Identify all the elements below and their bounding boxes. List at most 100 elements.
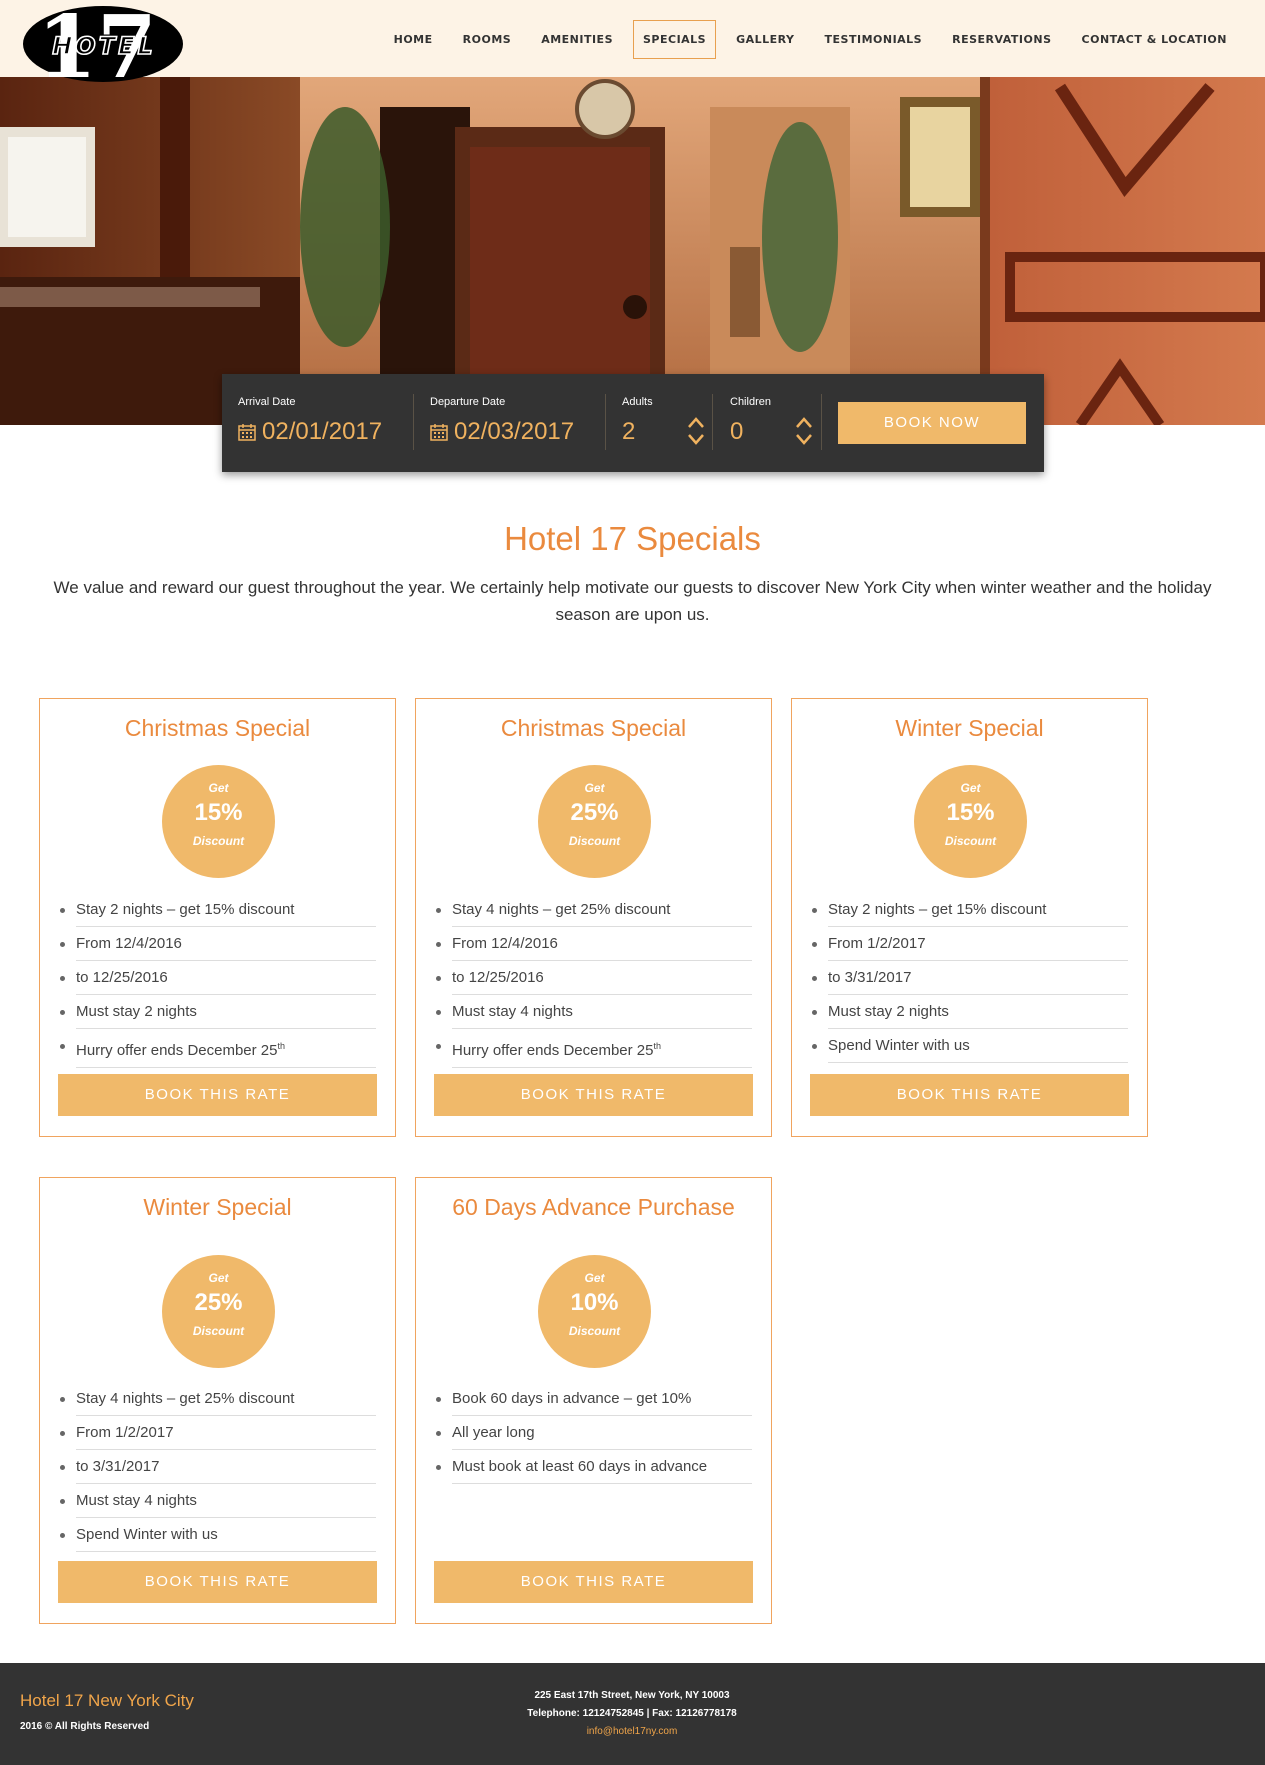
special-details-list: Stay 4 nights – get 25% discount From 1/…	[58, 1383, 376, 1553]
special-card: Winter Special Get 25% Discount Stay 4 n…	[39, 1177, 396, 1624]
nav-reservations[interactable]: RESERVATIONS	[942, 20, 1061, 59]
special-card: Christmas Special Get 15% Discount Stay …	[39, 698, 396, 1137]
list-item: Spend Winter with us	[58, 1519, 376, 1553]
page-title: Hotel 17 Specials	[504, 520, 761, 557]
badge-percent: 25%	[194, 1289, 243, 1316]
list-item: From 1/2/2017	[58, 1417, 376, 1451]
list-item: to 3/31/2017	[810, 962, 1128, 996]
book-this-rate-button[interactable]: BOOK THIS RATE	[434, 1561, 753, 1603]
list-item: From 1/2/2017	[810, 928, 1128, 962]
book-this-rate-button[interactable]: BOOK THIS RATE	[58, 1074, 377, 1116]
adults-value: 2	[622, 418, 636, 445]
list-item: to 3/31/2017	[58, 1451, 376, 1485]
list-item: Must book at least 60 days in advance	[434, 1451, 752, 1485]
children-stepper-icon[interactable]	[794, 414, 814, 448]
badge-discount-label: Discount	[568, 834, 621, 848]
footer-email-link[interactable]: info@hotel17ny.com	[432, 1723, 832, 1741]
book-this-rate-button[interactable]: BOOK THIS RATE	[810, 1074, 1129, 1116]
hotel-logo[interactable]: 17 HOTEL	[22, 0, 184, 98]
list-item: All year long	[434, 1417, 752, 1451]
badge-get-label: Get	[584, 1271, 605, 1285]
badge-percent: 15%	[946, 799, 995, 826]
discount-badge: Get 10% Discount	[538, 1255, 651, 1368]
list-item: Stay 4 nights – get 25% discount	[434, 894, 752, 928]
departure-date-label: Departure Date	[430, 396, 506, 408]
special-title: Christmas Special	[124, 715, 311, 741]
special-title: Winter Special	[143, 1194, 292, 1220]
special-details-list: Stay 2 nights – get 15% discount From 1/…	[810, 894, 1128, 1064]
list-item: Stay 2 nights – get 15% discount	[810, 894, 1128, 928]
list-item: Must stay 2 nights	[58, 996, 376, 1030]
divider	[605, 394, 606, 450]
badge-discount-label: Discount	[192, 1324, 245, 1338]
footer-copyright: 2016 © All Rights Reserved	[20, 1721, 150, 1732]
discount-badge: Get 25% Discount	[162, 1255, 275, 1368]
special-card: 60 Days Advance Purchase Get 10% Discoun…	[415, 1177, 772, 1624]
special-title: 60 Days Advance Purchase	[452, 1194, 735, 1220]
badge-discount-label: Discount	[568, 1324, 621, 1338]
footer-phone: Telephone: 12124752845 | Fax: 1212677817…	[527, 1708, 737, 1719]
book-now-button[interactable]: BOOK NOW	[838, 402, 1026, 444]
list-item: Hurry offer ends December 25th	[434, 1030, 752, 1068]
special-card: Christmas Special Get 25% Discount Stay …	[415, 698, 772, 1137]
list-item: Must stay 4 nights	[58, 1485, 376, 1519]
discount-badge: Get 15% Discount	[914, 765, 1027, 878]
site-footer: Hotel 17 New York City 2016 © All Rights…	[0, 1663, 1265, 1765]
list-item: Stay 2 nights – get 15% discount	[58, 894, 376, 928]
badge-get-label: Get	[584, 781, 605, 795]
children-label: Children	[730, 396, 771, 408]
book-this-rate-button[interactable]: BOOK THIS RATE	[434, 1074, 753, 1116]
badge-get-label: Get	[960, 781, 981, 795]
special-details-list: Stay 2 nights – get 15% discount From 12…	[58, 894, 376, 1068]
departure-date-field[interactable]: Departure Date 02/03/2017	[430, 374, 600, 472]
nav-amenities[interactable]: AMENITIES	[531, 20, 623, 59]
divider	[413, 394, 414, 450]
nav-rooms[interactable]: ROOMS	[453, 20, 522, 59]
special-details-list: Stay 4 nights – get 25% discount From 12…	[434, 894, 752, 1068]
badge-get-label: Get	[208, 1271, 229, 1285]
divider	[821, 394, 822, 450]
list-item: to 12/25/2016	[58, 962, 376, 996]
nav-specials[interactable]: SPECIALS	[633, 20, 717, 59]
footer-hotel-name: Hotel 17 New York City	[20, 1691, 194, 1710]
arrival-date-label: Arrival Date	[238, 396, 296, 408]
nav-contact-location[interactable]: CONTACT & LOCATION	[1072, 20, 1237, 59]
nav-testimonials[interactable]: TESTIMONIALS	[815, 20, 933, 59]
adults-label: Adults	[622, 396, 653, 408]
booking-bar: Arrival Date 02/01/2017 Departure Date 0…	[222, 374, 1044, 472]
adults-stepper-icon[interactable]	[686, 414, 706, 448]
adults-field[interactable]: Adults 2	[622, 374, 712, 472]
calendar-icon	[430, 420, 448, 441]
nav-gallery[interactable]: GALLERY	[726, 20, 804, 59]
main-nav: HOME ROOMS AMENITIES SPECIALS GALLERY TE…	[384, 20, 1237, 59]
book-this-rate-button[interactable]: BOOK THIS RATE	[58, 1561, 377, 1603]
footer-address: 225 East 17th Street, New York, NY 10003	[534, 1690, 730, 1701]
discount-badge: Get 25% Discount	[538, 765, 651, 878]
logo-word: HOTEL	[52, 32, 156, 60]
special-title: Winter Special	[895, 715, 1044, 741]
special-card: Winter Special Get 15% Discount Stay 2 n…	[791, 698, 1148, 1137]
intro-paragraph: We value and reward our guest throughout…	[53, 578, 1212, 624]
list-item: From 12/4/2016	[434, 928, 752, 962]
special-title: Christmas Special	[500, 715, 687, 741]
badge-percent: 15%	[194, 799, 243, 826]
children-field[interactable]: Children 0	[730, 374, 820, 472]
badge-percent: 10%	[570, 1289, 619, 1316]
arrival-date-value: 02/01/2017	[262, 418, 383, 445]
calendar-icon	[238, 420, 256, 441]
hero-image	[0, 77, 1265, 425]
divider	[712, 394, 713, 450]
site-header: 17 HOTEL HOME ROOMS AMENITIES SPECIALS G…	[0, 0, 1265, 98]
badge-percent: 25%	[570, 799, 619, 826]
discount-badge: Get 15% Discount	[162, 765, 275, 878]
list-item: Stay 4 nights – get 25% discount	[58, 1383, 376, 1417]
special-details-list: Book 60 days in advance – get 10% All ye…	[434, 1383, 752, 1485]
list-item: Must stay 2 nights	[810, 996, 1128, 1030]
badge-discount-label: Discount	[192, 834, 245, 848]
departure-date-value: 02/03/2017	[454, 418, 575, 445]
list-item: Spend Winter with us	[810, 1030, 1128, 1064]
list-item: Book 60 days in advance – get 10%	[434, 1383, 752, 1417]
nav-home[interactable]: HOME	[384, 20, 443, 59]
list-item: Must stay 4 nights	[434, 996, 752, 1030]
arrival-date-field[interactable]: Arrival Date 02/01/2017	[238, 374, 408, 472]
